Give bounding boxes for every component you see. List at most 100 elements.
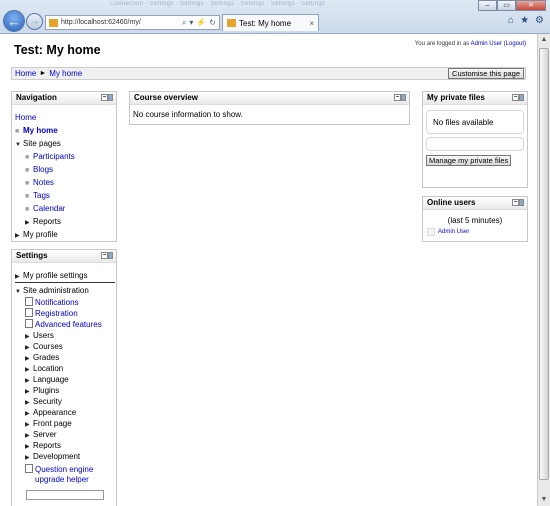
dropdown-icon[interactable]: ▾: [189, 18, 193, 28]
nav-calendar-link[interactable]: Calendar: [33, 204, 65, 213]
compat-icon[interactable]: ⚡: [196, 18, 206, 28]
nav-tags-link[interactable]: Tags: [33, 191, 50, 200]
collapsed-triangle-icon: ▶: [25, 433, 30, 439]
block-controls[interactable]: –: [512, 94, 524, 101]
favorites-star-icon[interactable]: ★: [520, 15, 529, 26]
settings-registration[interactable]: Registration: [25, 308, 78, 318]
dock-icon[interactable]: [519, 94, 524, 101]
collapse-icon[interactable]: –: [512, 199, 519, 206]
settings-appearance[interactable]: ▶ Appearance: [25, 408, 76, 417]
refresh-icon[interactable]: ↻: [209, 18, 216, 28]
settings-search-input[interactable]: [26, 490, 104, 500]
user-avatar[interactable]: [427, 228, 435, 236]
nav-my-home-link[interactable]: My home: [23, 126, 58, 135]
settings-server[interactable]: ▶ Server: [25, 430, 57, 439]
expanded-triangle-icon: ▼: [15, 289, 21, 295]
nav-reports[interactable]: ▶ Reports: [25, 217, 61, 226]
login-user-link[interactable]: Admin User: [471, 41, 502, 47]
back-button[interactable]: ←: [3, 10, 25, 32]
search-icon[interactable]: ⌕: [182, 18, 186, 28]
nav-blogs-link[interactable]: Blogs: [33, 165, 53, 174]
question-engine-link-line2[interactable]: upgrade helper: [35, 475, 89, 484]
block-controls[interactable]: –: [512, 199, 524, 206]
tools-gear-icon[interactable]: ⚙: [535, 15, 544, 26]
settings-plugins[interactable]: ▶ Plugins: [25, 386, 59, 395]
browser-chrome: Connection · Settings · Settings · Setti…: [0, 0, 550, 34]
dock-icon[interactable]: [519, 199, 524, 206]
settings-reports[interactable]: ▶ Reports: [25, 441, 61, 450]
block-controls[interactable]: –: [101, 94, 113, 101]
dock-icon[interactable]: [108, 94, 113, 101]
settings-language[interactable]: ▶ Language: [25, 375, 69, 384]
my-profile-settings[interactable]: ▶ My profile settings: [15, 271, 87, 280]
maximize-button[interactable]: ▭: [497, 0, 516, 11]
breadcrumb-separator-icon: ►: [39, 70, 47, 77]
nav-tags[interactable]: ■ Tags: [25, 191, 50, 200]
settings-users[interactable]: ▶ Users: [25, 331, 54, 340]
settings-question-engine[interactable]: Question engine: [25, 464, 93, 474]
settings-front-page[interactable]: ▶ Front page: [25, 419, 72, 428]
logout-link[interactable]: (Logout): [504, 41, 526, 47]
page-scrollbar[interactable]: ▲ ▼: [537, 34, 550, 506]
settings-courses[interactable]: ▶ Courses: [25, 342, 63, 351]
collapse-icon[interactable]: –: [101, 252, 108, 259]
collapse-icon[interactable]: –: [512, 94, 519, 101]
settings-location[interactable]: ▶ Location: [25, 364, 63, 373]
dock-icon[interactable]: [401, 94, 406, 101]
nav-notes[interactable]: ■ Notes: [25, 178, 54, 187]
breadcrumb-my-home[interactable]: My home: [49, 69, 82, 78]
private-files-header: My private files –: [423, 92, 527, 105]
collapsed-triangle-icon: ▶: [25, 356, 30, 362]
bullet-icon: ■: [25, 206, 30, 213]
nav-my-profile[interactable]: ▶ My profile: [15, 230, 58, 239]
block-controls[interactable]: –: [394, 94, 406, 101]
settings-advanced-features[interactable]: Advanced features: [25, 319, 102, 329]
settings-grades[interactable]: ▶ Grades: [25, 353, 59, 362]
scrollbar-thumb[interactable]: [539, 48, 549, 480]
collapse-icon[interactable]: –: [394, 94, 401, 101]
question-engine-link[interactable]: Question engine: [35, 465, 93, 474]
location-label: Location: [33, 364, 64, 373]
address-bar[interactable]: http://localhost:62460/my/ ⌕ ▾ ⚡ ↻: [45, 15, 220, 30]
home-icon[interactable]: ⌂: [508, 15, 514, 26]
users-label: Users: [33, 331, 54, 340]
settings-notifications[interactable]: Notifications: [25, 297, 79, 307]
breadcrumb-home[interactable]: Home: [15, 69, 36, 78]
nav-participants[interactable]: ■ Participants: [25, 152, 75, 161]
tab-close-icon[interactable]: ×: [309, 19, 314, 28]
online-users-header: Online users –: [423, 197, 527, 210]
bullet-icon: ■: [15, 128, 20, 135]
nav-my-home[interactable]: ■ My home: [15, 126, 58, 135]
nav-blogs[interactable]: ■ Blogs: [25, 165, 53, 174]
nav-home-link[interactable]: Home: [15, 113, 36, 122]
scroll-down-icon[interactable]: ▼: [538, 494, 550, 506]
minimize-button[interactable]: –: [478, 0, 497, 11]
scroll-up-icon[interactable]: ▲: [538, 34, 550, 46]
dock-icon[interactable]: [108, 252, 113, 259]
navigation-block-header: Navigation –: [12, 92, 116, 105]
forward-button[interactable]: →: [26, 13, 43, 30]
block-controls[interactable]: –: [101, 252, 113, 259]
nav-calendar[interactable]: ■ Calendar: [25, 204, 65, 213]
customise-page-button[interactable]: Customise this page: [448, 68, 524, 79]
page-content: Test: My home You are logged in as Admin…: [0, 34, 537, 506]
browser-tab-my-home[interactable]: Test: My home ×: [222, 14, 319, 31]
nav-site-pages[interactable]: ▼ Site pages: [15, 139, 61, 148]
settings-development[interactable]: ▶ Development: [25, 452, 80, 461]
settings-block: Settings – ▶ My profile settings ▼ Site ad…: [11, 249, 117, 506]
nav-participants-link[interactable]: Participants: [33, 152, 75, 161]
collapse-icon[interactable]: –: [101, 94, 108, 101]
nav-notes-link[interactable]: Notes: [33, 178, 54, 187]
collapsed-triangle-icon: ▶: [25, 400, 30, 406]
notifications-link[interactable]: Notifications: [35, 298, 79, 307]
registration-link[interactable]: Registration: [35, 309, 78, 318]
online-user-link[interactable]: Admin User: [438, 229, 469, 235]
security-label: Security: [33, 397, 62, 406]
collapsed-triangle-icon: ▶: [25, 334, 30, 340]
manage-private-files-button[interactable]: Manage my private files: [426, 155, 512, 166]
advanced-features-link[interactable]: Advanced features: [35, 320, 102, 329]
settings-security[interactable]: ▶ Security: [25, 397, 62, 406]
course-overview-block: Course overview – No course information …: [129, 91, 410, 125]
site-administration[interactable]: ▼ Site administration: [15, 286, 89, 295]
close-window-button[interactable]: ✕: [516, 0, 546, 11]
